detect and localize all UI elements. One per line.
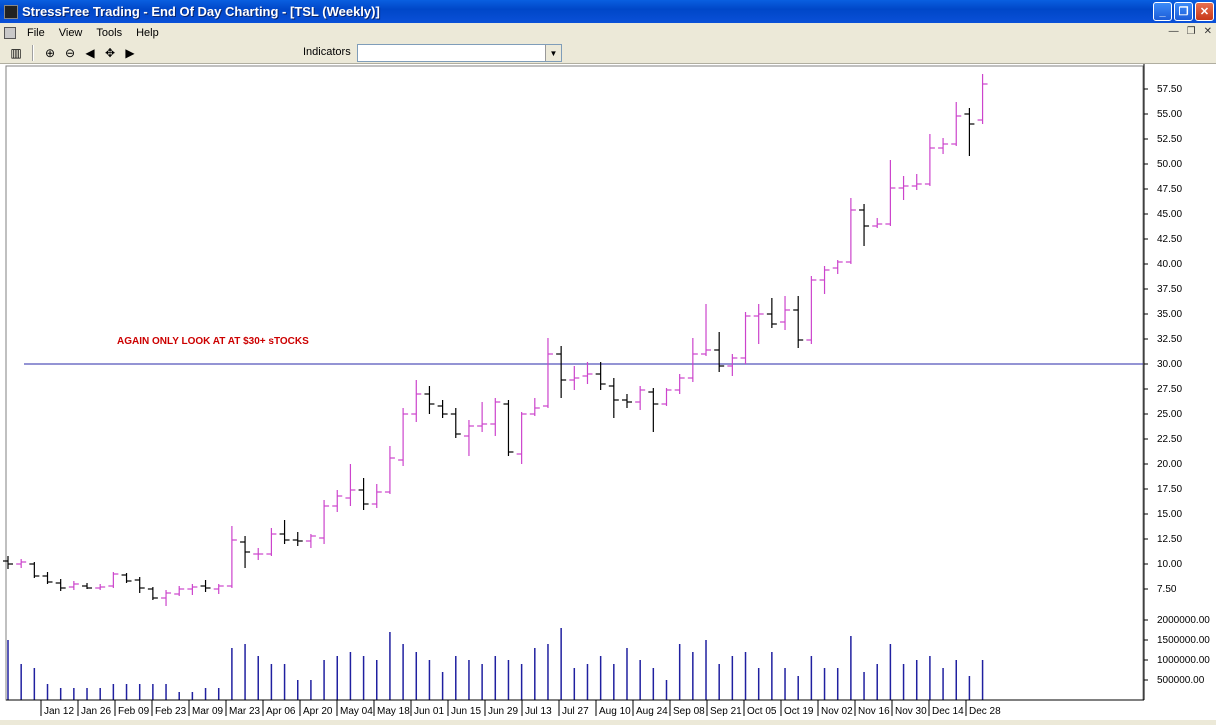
date-tick-label: Dec 14 <box>932 706 964 717</box>
date-tick-label: Aug 24 <box>636 706 668 717</box>
indicators-select[interactable]: ▼ <box>357 44 562 62</box>
price-tick-label: 52.50 <box>1157 134 1182 145</box>
date-tick-label: Feb 23 <box>155 706 187 717</box>
mdi-controls: — ❐ ✕ <box>1169 26 1212 37</box>
menu-view[interactable]: View <box>52 27 90 39</box>
price-tick-label: 45.00 <box>1157 209 1182 220</box>
date-tick-label: Jun 01 <box>414 706 444 717</box>
price-tick-label: 47.50 <box>1157 184 1182 195</box>
app-icon <box>4 4 18 19</box>
toolbar: ▥ ⊕ ⊖ ◀ ✥ ▶ <box>0 42 1216 64</box>
volume-tick-label: 1000000.00 <box>1157 655 1210 666</box>
date-tick-label: Jan 26 <box>81 706 111 717</box>
indicators-label: Indicators <box>303 46 351 58</box>
price-tick-label: 15.00 <box>1157 509 1182 520</box>
price-chart[interactable]: 57.50 55.00 52.50 50.00 47.50 45.00 42.50 40.00… <box>0 64 1216 720</box>
annotation-text: AGAIN ONLY LOOK AT AT $30+ sTOCKS <box>117 336 309 347</box>
date-tick-label: Nov 30 <box>895 706 927 717</box>
price-tick-label: 35.00 <box>1157 309 1182 320</box>
date-tick-label: Apr 06 <box>266 706 296 717</box>
menu-help[interactable]: Help <box>129 27 166 39</box>
price-tick-label: 10.00 <box>1157 559 1182 570</box>
price-tick-label: 22.50 <box>1157 434 1182 445</box>
restore-icon[interactable]: ❐ <box>1174 2 1193 21</box>
date-tick-label: Mar 09 <box>192 706 224 717</box>
price-tick-label: 42.50 <box>1157 234 1182 245</box>
pan-icon[interactable]: ✥ <box>100 44 120 62</box>
chart-settings-icon[interactable]: ▥ <box>6 44 26 62</box>
scroll-left-icon[interactable]: ◀ <box>80 44 100 62</box>
date-tick-label: Sep 21 <box>710 706 742 717</box>
price-tick-label: 40.00 <box>1157 259 1182 270</box>
price-tick-label: 7.50 <box>1157 584 1177 595</box>
price-tick-label: 17.50 <box>1157 484 1182 495</box>
mdi-minimize-icon[interactable]: — <box>1169 26 1179 37</box>
window-title: StressFree Trading - End Of Day Charting… <box>22 4 380 19</box>
date-tick-label: Mar 23 <box>229 706 261 717</box>
price-tick-label: 55.00 <box>1157 109 1182 120</box>
volume-tick-label: 500000.00 <box>1157 675 1205 686</box>
date-tick-label: Oct 05 <box>747 706 777 717</box>
minimize-icon[interactable]: _ <box>1153 2 1172 21</box>
price-tick-label: 30.00 <box>1157 359 1182 370</box>
volume-tick-label: 2000000.00 <box>1157 615 1210 626</box>
date-tick-label: Sep 08 <box>673 706 705 717</box>
price-tick-label: 57.50 <box>1157 84 1182 95</box>
date-tick-label: Jul 13 <box>525 706 552 717</box>
date-tick-label: Apr 20 <box>303 706 333 717</box>
date-tick-label: Jun 29 <box>488 706 518 717</box>
price-tick-label: 27.50 <box>1157 384 1182 395</box>
toolbar-separator <box>32 44 34 61</box>
price-tick-label: 25.00 <box>1157 409 1182 420</box>
date-tick-label: Dec 28 <box>969 706 1001 717</box>
menu-tools[interactable]: Tools <box>89 27 129 39</box>
price-tick-label: 37.50 <box>1157 284 1182 295</box>
dropdown-arrow-icon[interactable]: ▼ <box>545 45 561 61</box>
date-tick-label: Nov 16 <box>858 706 890 717</box>
scroll-right-icon[interactable]: ▶ <box>120 44 140 62</box>
chart-svg: 57.50 55.00 52.50 50.00 47.50 45.00 42.50 40.00… <box>3 64 1210 720</box>
date-tick-label: Nov 02 <box>821 706 853 717</box>
date-tick-label: May 04 <box>340 706 373 717</box>
title-bar: StressFree Trading - End Of Day Charting… <box>0 0 1216 23</box>
price-tick-label: 20.00 <box>1157 459 1182 470</box>
mdi-close-icon[interactable]: ✕ <box>1204 26 1212 37</box>
price-tick-label: 50.00 <box>1157 159 1182 170</box>
menu-bar: File View Tools Help — ❐ ✕ <box>0 23 1216 42</box>
date-tick-label: Jun 15 <box>451 706 481 717</box>
mdi-restore-icon[interactable]: ❐ <box>1187 26 1196 37</box>
date-tick-label: Feb 09 <box>118 706 150 717</box>
close-icon[interactable]: ✕ <box>1195 2 1214 21</box>
date-tick-label: Oct 19 <box>784 706 814 717</box>
date-tick-label: Aug 10 <box>599 706 631 717</box>
date-tick-label: May 18 <box>377 706 410 717</box>
menu-file[interactable]: File <box>20 27 52 39</box>
zoom-out-icon[interactable]: ⊖ <box>60 44 80 62</box>
zoom-in-icon[interactable]: ⊕ <box>40 44 60 62</box>
window-controls: _ ❐ ✕ <box>1153 2 1214 21</box>
volume-tick-label: 1500000.00 <box>1157 635 1210 646</box>
date-tick-label: Jan 12 <box>44 706 74 717</box>
date-tick-label: Jul 27 <box>562 706 589 717</box>
price-tick-label: 12.50 <box>1157 534 1182 545</box>
price-tick-label: 32.50 <box>1157 334 1182 345</box>
document-icon[interactable] <box>4 26 16 39</box>
